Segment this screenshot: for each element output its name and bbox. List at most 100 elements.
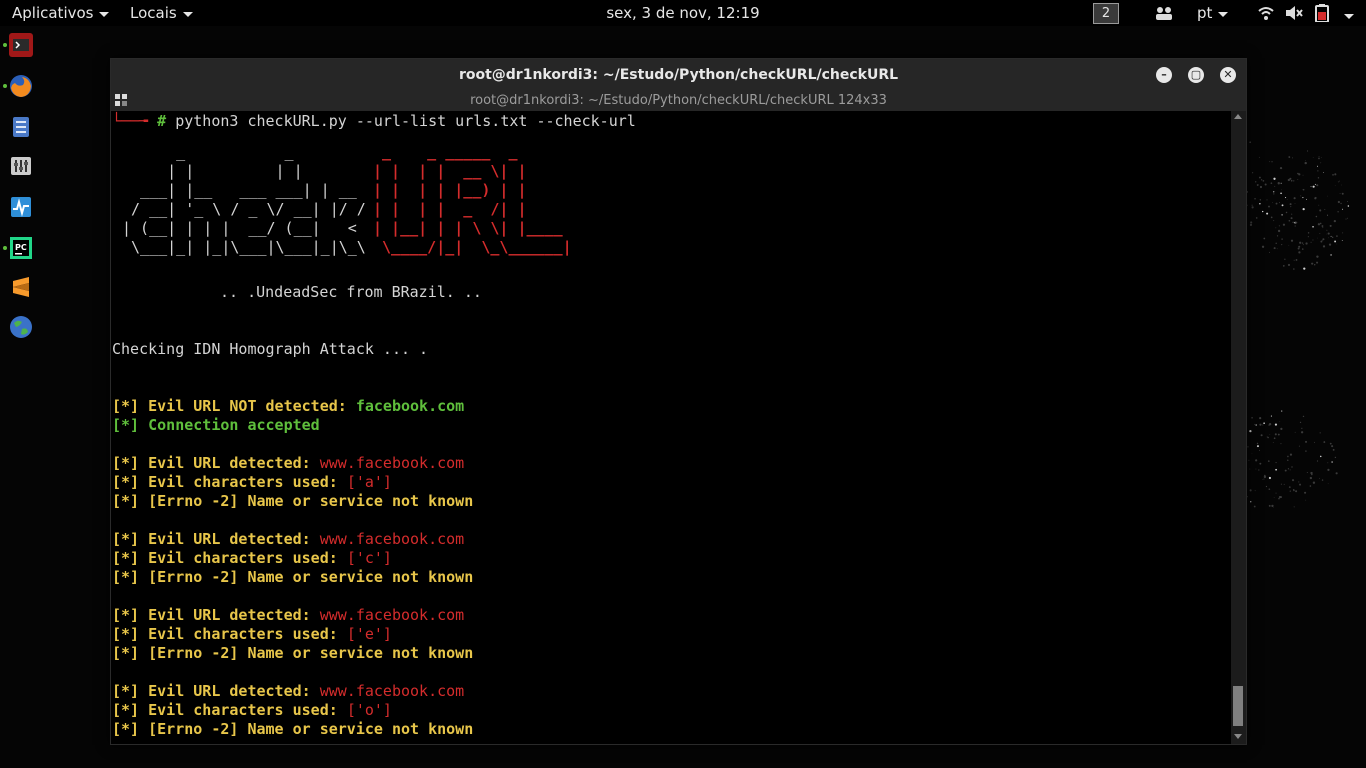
map-dot [1335,472,1338,475]
map-dot [1318,157,1320,160]
battery-icon[interactable] [1315,4,1329,22]
pycharm-icon[interactable]: PC [9,236,33,260]
scrollbar-thumb[interactable] [1233,686,1243,726]
result-url: www.facebook.com [319,606,465,624]
map-dot [1347,205,1350,207]
workspace-indicator[interactable]: 2 [1093,3,1119,24]
terminal-scrollbar[interactable] [1231,111,1246,744]
map-dot [1300,195,1302,197]
map-dot [1339,193,1341,194]
map-dot [1293,268,1295,270]
language-menu[interactable]: pt [1197,4,1229,22]
map-dot [1302,244,1304,246]
files-icon[interactable] [9,115,33,139]
sublime-icon[interactable] [9,275,33,299]
map-dot [1255,217,1258,219]
map-dot [1256,442,1259,445]
map-dot [1336,243,1338,245]
volume-muted-icon[interactable] [1285,6,1303,20]
language-label: pt [1197,4,1213,22]
result-error: [*] [Errno -2] Name or service not known [112,720,473,739]
map-dot [1289,469,1291,471]
map-dot [1328,237,1330,239]
map-dot [1269,434,1271,435]
terminal-tab-title[interactable]: root@dr1nkordi3: ~/Estudo/Python/checkUR… [111,93,1246,108]
map-dot [1298,445,1300,447]
window-titlebar[interactable]: root@dr1nkordi3: ~/Estudo/Python/checkUR… [111,59,1246,111]
scroll-up-icon[interactable] [1234,114,1242,119]
scroll-down-icon[interactable] [1234,734,1242,739]
map-dot [1302,415,1305,418]
map-dot [1317,177,1320,179]
map-dot [1299,241,1302,244]
map-dot [1316,460,1319,462]
map-dot [1292,221,1294,224]
terminal-output[interactable]: └──╼ # python3 checkURL.py --url-list ur… [111,111,1231,744]
map-dot [1321,479,1324,481]
map-dot [1334,185,1336,186]
map-dot [1309,485,1312,487]
map-dot [1249,429,1252,433]
map-dot [1297,179,1299,180]
map-dot [1321,225,1324,227]
map-dot [1300,431,1304,434]
banner-url-line: | | | | |__) | | [373,181,572,199]
system-monitor-icon[interactable] [9,195,33,219]
error-message: [*] [Errno -2] Name or service not known [112,720,474,738]
map-dot [1314,183,1316,185]
map-dot [1256,184,1259,186]
map-dot [1316,255,1319,258]
prompt-hash: # [157,112,167,130]
result-error: [*] [Errno -2] Name or service not known [112,492,473,511]
banner-url-line: | | | | _ /| | [373,200,572,218]
result-url: www.facebook.com [319,454,465,472]
map-dot [1306,471,1308,474]
map-dot [1323,441,1326,443]
minimize-button[interactable]: – [1156,67,1172,83]
map-dot [1255,468,1257,470]
error-message: [*] [Errno -2] Name or service not known [112,492,474,510]
connection-accepted: [*] Connection accepted [112,416,320,434]
map-dot [1275,227,1277,229]
map-dot [1321,240,1323,242]
map-dot [1332,173,1334,176]
mixer-icon[interactable] [9,154,33,178]
map-dot [1298,481,1300,483]
map-dot [1305,450,1307,452]
evil-chars-value: ['o'] [346,701,392,719]
map-dot [1255,459,1258,462]
map-dot [1288,244,1290,246]
result-detected: [*] Evil URL detected: www.facebook.com [112,682,464,701]
map-dot [1313,264,1316,266]
map-dot [1289,453,1293,456]
map-dot [1263,422,1265,425]
map-dot [1327,232,1330,235]
map-dot [1304,161,1307,165]
map-dot [1276,235,1279,237]
chevron-down-icon[interactable] [1344,14,1354,19]
map-dot [1317,237,1318,239]
result-error: [*] [Errno -2] Name or service not known [112,644,473,663]
close-button[interactable]: ✕ [1220,67,1236,83]
map-dot [1290,206,1292,208]
map-dot [1275,468,1278,471]
map-dot [1278,202,1280,204]
map-dot [1311,262,1314,265]
map-dot [1312,226,1314,228]
map-dot [1270,415,1272,417]
map-dot [1307,236,1309,238]
wifi-icon[interactable] [1258,6,1274,20]
firefox-icon[interactable] [9,74,33,98]
map-dot [1289,203,1292,206]
running-indicator [3,43,7,47]
map-dot [1318,477,1320,479]
maximize-button[interactable]: ▢ [1188,67,1204,83]
browser-icon[interactable] [9,315,33,339]
map-dot [1274,423,1278,426]
map-dot [1346,217,1348,219]
map-dot [1302,207,1305,211]
people-icon[interactable] [1155,6,1173,20]
banner-url-line: | | | | __ \| | [373,162,572,180]
banner-check-line: | (__| | | | __/ (__| < [122,219,366,237]
terminal-icon[interactable] [9,33,33,57]
